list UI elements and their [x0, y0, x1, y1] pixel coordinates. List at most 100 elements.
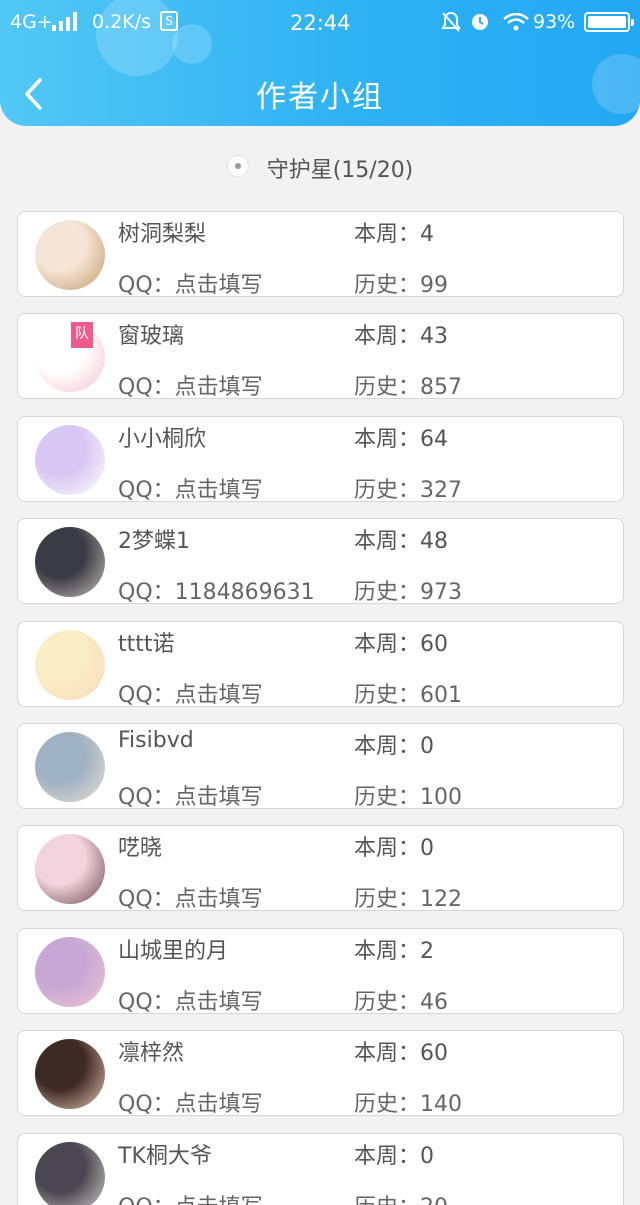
alarm-icon: [472, 14, 488, 30]
history-value: 20: [420, 1195, 448, 1205]
qq-value[interactable]: 点击填写: [175, 887, 263, 912]
history-label: 历史：: [354, 580, 421, 606]
history-value: 857: [420, 375, 463, 401]
qq-value[interactable]: 点击填写: [175, 478, 263, 503]
history-label: 历史：: [354, 887, 421, 913]
weekly-count: 本周：48: [354, 523, 448, 555]
qq-value[interactable]: 点击填写: [175, 375, 263, 400]
qq-value[interactable]: 点击填写: [175, 1092, 263, 1117]
qq-field[interactable]: QQ：点击填写: [118, 1189, 263, 1205]
captain-badge: 队: [71, 322, 93, 349]
week-value: 60: [420, 631, 449, 657]
network-speed: 0.2K/s: [92, 11, 151, 33]
qq-field[interactable]: QQ：点击填写: [118, 267, 263, 299]
member-card[interactable]: 凛梓然 本周：60 QQ：点击填写 历史：140: [17, 1030, 624, 1118]
member-card[interactable]: 山城里的月 本周：2 QQ：点击填写 历史：46: [17, 927, 624, 1016]
member-card[interactable]: 队窗玻璃 本周：43 QQ：点击填写 历史：857: [17, 313, 624, 401]
qq-field[interactable]: QQ：点击填写: [118, 369, 263, 401]
qq-value[interactable]: 点击填写: [175, 990, 263, 1015]
mute-bell-icon: [441, 11, 461, 32]
member-list: 树洞梨梨 本周：4 QQ：点击填写 历史：99 队窗玻璃 本周：43 QQ：点击填写 历史：8…: [17, 211, 624, 1205]
app-header: 4G+ 0.2K/s S 22:44 93% 作者小组: [0, 0, 640, 126]
weekly-count: 本周：2: [354, 933, 434, 965]
qq-label: QQ：: [118, 477, 175, 503]
qq-field[interactable]: QQ：点击填写: [118, 881, 263, 913]
qq-label: QQ：: [118, 989, 175, 1015]
weekly-count: 本周：0: [354, 728, 434, 760]
history-value: 100: [420, 784, 463, 810]
app-notification-icon: S: [160, 11, 178, 31]
qq-field[interactable]: QQ：点击填写: [118, 984, 263, 1016]
avatar[interactable]: [35, 1039, 105, 1110]
weekly-count: 本周：60: [354, 1035, 448, 1067]
member-card[interactable]: 2梦蝶1 本周：48 QQ：1184869631 历史：973: [17, 518, 624, 606]
history-label: 历史：: [354, 989, 421, 1015]
section-title: 守护星(15/20): [266, 158, 414, 183]
history-value: 99: [420, 273, 449, 298]
avatar[interactable]: [35, 527, 105, 598]
member-card[interactable]: tttt诺 本周：60 QQ：点击填写 历史：601: [17, 620, 624, 709]
qq-value[interactable]: 点击填写: [175, 683, 263, 708]
battery-icon: [584, 12, 634, 32]
history-value: 601: [420, 682, 463, 708]
avatar[interactable]: [35, 834, 105, 905]
history-value: 140: [420, 1092, 463, 1118]
week-label: 本周：: [354, 222, 421, 247]
avatar[interactable]: [35, 1141, 105, 1205]
weekly-count: 本周：0: [354, 830, 434, 862]
member-name: 小小桐欣: [118, 426, 207, 452]
qq-value[interactable]: 点击填写: [175, 1195, 263, 1205]
history-label: 历史：: [354, 1195, 420, 1205]
member-card[interactable]: Fisibvd 本周：0 QQ：点击填写 历史：100: [17, 722, 624, 811]
qq-label: QQ：: [118, 784, 175, 810]
qq-value[interactable]: 点击填写: [175, 273, 263, 298]
history-label: 历史：: [354, 784, 421, 810]
qq-label: QQ：: [118, 682, 175, 708]
week-value: 4: [420, 222, 435, 247]
qq-field[interactable]: QQ：1184869631: [118, 574, 315, 606]
qq-value[interactable]: 1184869631: [175, 580, 315, 605]
avatar[interactable]: 队: [35, 322, 105, 393]
history-count: 历史：327: [354, 472, 462, 504]
member-card[interactable]: 树洞梨梨 本周：4 QQ：点击填写 历史：99: [17, 211, 624, 299]
weekly-count: 本周：43: [354, 318, 448, 350]
member-name: 呓晓: [118, 836, 163, 862]
history-count: 历史：46: [354, 984, 448, 1016]
member-card[interactable]: 小小桐欣 本周：64 QQ：点击填写 历史：327: [17, 415, 624, 504]
member-name: tttt诺: [118, 631, 175, 657]
avatar[interactable]: [35, 936, 105, 1007]
avatar[interactable]: [35, 424, 105, 495]
qq-field[interactable]: QQ：点击填写: [118, 779, 263, 811]
weekly-count: 本周：60: [354, 626, 448, 658]
avatar[interactable]: [35, 731, 105, 802]
member-card[interactable]: TK桐大爷 本周：0 QQ：点击填写 历史：20: [17, 1132, 624, 1205]
qq-field[interactable]: QQ：点击填写: [118, 1086, 263, 1118]
history-count: 历史：20: [354, 1189, 448, 1205]
avatar[interactable]: [35, 220, 105, 290]
star-badge-icon: [226, 155, 249, 177]
week-value: 0: [420, 836, 435, 862]
history-count: 历史：99: [354, 267, 448, 299]
week-label: 本周：: [354, 631, 421, 657]
history-value: 327: [420, 477, 463, 503]
qq-value[interactable]: 点击填写: [175, 785, 263, 810]
member-card[interactable]: 呓晓 本周：0 QQ：点击填写 历史：122: [17, 825, 624, 913]
qq-field[interactable]: QQ：点击填写: [118, 677, 263, 709]
history-count: 历史：601: [354, 677, 462, 709]
history-label: 历史：: [354, 477, 421, 503]
week-label: 本周：: [354, 733, 421, 759]
qq-field[interactable]: QQ：点击填写: [118, 472, 263, 504]
qq-label: QQ：: [118, 375, 175, 401]
week-value: 0: [420, 1143, 435, 1169]
history-count: 历史：140: [354, 1086, 462, 1118]
member-name: TK桐大爷: [118, 1143, 212, 1169]
section-header: 守护星(15/20): [0, 152, 640, 188]
qq-label: QQ：: [118, 273, 175, 298]
history-value: 973: [420, 580, 463, 606]
week-label: 本周：: [354, 324, 421, 350]
network-type: 4G+: [10, 11, 53, 33]
week-value: 0: [420, 733, 435, 759]
member-name: 凛梓然: [118, 1041, 185, 1067]
signal-icon: [52, 12, 78, 31]
avatar[interactable]: [35, 629, 105, 700]
